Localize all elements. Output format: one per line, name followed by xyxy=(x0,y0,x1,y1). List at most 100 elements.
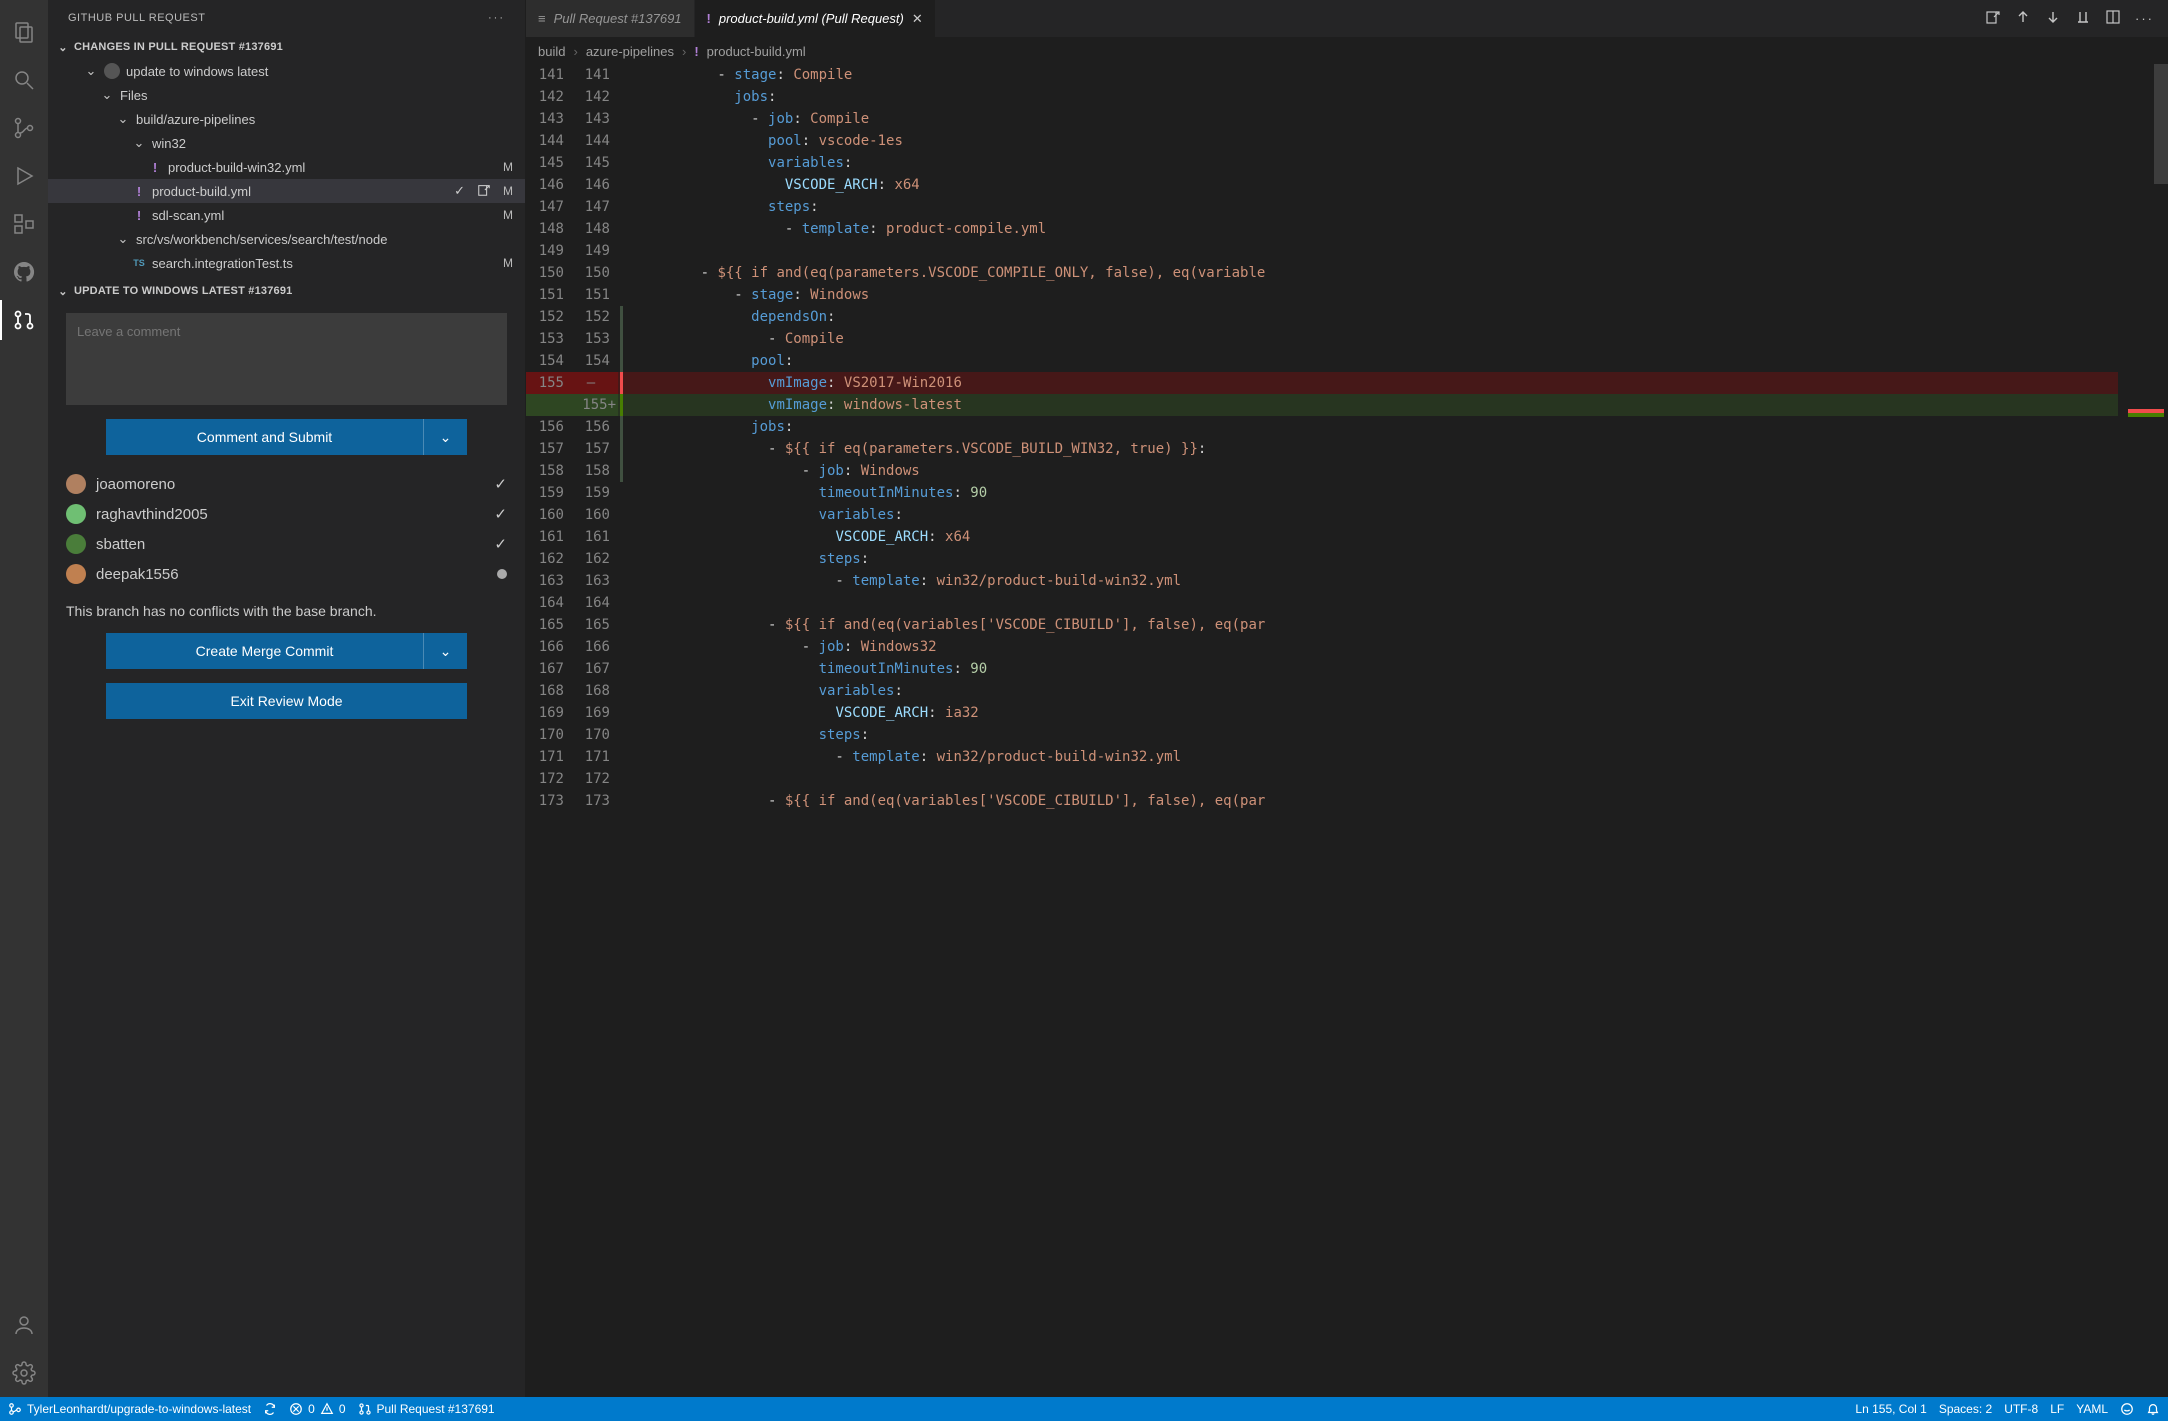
tab-pull-request[interactable]: ≡ Pull Request #137691 xyxy=(526,0,695,37)
create-merge-commit-button[interactable]: Create Merge Commit xyxy=(106,633,423,669)
code-line[interactable]: 146146 VSCODE_ARCH: x64 xyxy=(526,174,2168,196)
code-line[interactable]: 142142 jobs: xyxy=(526,86,2168,108)
code-line[interactable]: 148148 - template: product-compile.yml xyxy=(526,218,2168,240)
code-line[interactable]: 155+ vmImage: windows-latest xyxy=(526,394,2168,416)
pull-request-icon[interactable] xyxy=(0,296,48,344)
code-line[interactable]: 166166 - job: Windows32 xyxy=(526,636,2168,658)
accounts-icon[interactable] xyxy=(0,1301,48,1349)
code-line[interactable]: 141141 - stage: Compile xyxy=(526,64,2168,86)
chevron-down-icon: ⌄ xyxy=(100,87,114,103)
github-icon[interactable] xyxy=(0,248,48,296)
status-spaces[interactable]: Spaces: 2 xyxy=(1939,1402,1992,1416)
code-line[interactable]: 165165 - ${{ if and(eq(variables['VSCODE… xyxy=(526,614,2168,636)
arrow-down-icon[interactable] xyxy=(2045,9,2061,28)
settings-gear-icon[interactable] xyxy=(0,1349,48,1397)
scroll-slider[interactable] xyxy=(2154,64,2168,184)
code-line[interactable]: 151151 - stage: Windows xyxy=(526,284,2168,306)
reviewer-name: raghavthind2005 xyxy=(96,506,208,523)
status-pr[interactable]: Pull Request #137691 xyxy=(358,1402,495,1416)
code-line[interactable]: 170170 steps: xyxy=(526,724,2168,746)
code-line[interactable]: 169169 VSCODE_ARCH: ia32 xyxy=(526,702,2168,724)
whitespace-icon[interactable] xyxy=(2075,9,2091,28)
comment-input[interactable] xyxy=(66,313,507,405)
status-problems[interactable]: 0 0 xyxy=(289,1402,345,1416)
file-row[interactable]: !product-build-win32.ymlM xyxy=(48,155,525,179)
status-ln-col[interactable]: Ln 155, Col 1 xyxy=(1855,1402,1926,1416)
more-icon[interactable]: ··· xyxy=(488,12,505,24)
file-name: sdl-scan.yml xyxy=(152,208,224,223)
code-line[interactable]: 161161 VSCODE_ARCH: x64 xyxy=(526,526,2168,548)
branch-name: TylerLeonhardt/upgrade-to-windows-latest xyxy=(27,1402,251,1416)
status-language[interactable]: YAML xyxy=(2076,1402,2108,1416)
reviewer-name: sbatten xyxy=(96,536,145,553)
code-line[interactable]: 152152 dependsOn: xyxy=(526,306,2168,328)
status-eol[interactable]: LF xyxy=(2050,1402,2064,1416)
changes-section-header[interactable]: ⌄ CHANGES IN PULL REQUEST #137691 xyxy=(48,35,525,59)
mark-viewed-icon[interactable]: ✓ xyxy=(454,183,465,199)
tab-product-build-yml[interactable]: ! product-build.yml (Pull Request) ✕ xyxy=(695,0,936,37)
code-line[interactable]: 155— vmImage: VS2017-Win2016 xyxy=(526,372,2168,394)
folder-win32[interactable]: ⌄ win32 xyxy=(48,131,525,155)
code-line[interactable]: 160160 variables: xyxy=(526,504,2168,526)
extensions-icon[interactable] xyxy=(0,200,48,248)
breadcrumb-item[interactable]: azure-pipelines xyxy=(586,44,674,59)
code-line[interactable]: 173173 - ${{ if and(eq(variables['VSCODE… xyxy=(526,790,2168,812)
merge-caret[interactable]: ⌄ xyxy=(423,633,467,669)
code-line[interactable]: 168168 variables: xyxy=(526,680,2168,702)
comment-submit-caret[interactable]: ⌄ xyxy=(423,419,467,455)
status-bell-icon[interactable] xyxy=(2146,1402,2160,1416)
code-line[interactable]: 147147 steps: xyxy=(526,196,2168,218)
source-control-icon[interactable] xyxy=(0,104,48,152)
file-row[interactable]: TSsearch.integrationTest.tsM xyxy=(48,251,525,275)
diff-editor[interactable]: 141141 - stage: Compile142142 jobs:14314… xyxy=(526,64,2168,1397)
arrow-up-icon[interactable] xyxy=(2015,9,2031,28)
breadcrumb-item[interactable]: build xyxy=(538,44,565,59)
code-line[interactable]: 171171 - template: win32/product-build-w… xyxy=(526,746,2168,768)
code-line[interactable]: 158158 - job: Windows xyxy=(526,460,2168,482)
code-line[interactable]: 172172 xyxy=(526,768,2168,790)
more-icon[interactable]: ··· xyxy=(2135,11,2154,26)
code-line[interactable]: 154154 pool: xyxy=(526,350,2168,372)
file-row[interactable]: !sdl-scan.ymlM xyxy=(48,203,525,227)
chevron-down-icon: ⌄ xyxy=(116,231,130,247)
yaml-file-icon: ! xyxy=(694,44,698,59)
code-line[interactable]: 156156 jobs: xyxy=(526,416,2168,438)
minimap[interactable] xyxy=(2118,64,2168,1397)
search-icon[interactable] xyxy=(0,56,48,104)
code-line[interactable]: 162162 steps: xyxy=(526,548,2168,570)
pr-title-row[interactable]: ⌄ update to windows latest xyxy=(48,59,525,83)
exit-review-mode-button[interactable]: Exit Review Mode xyxy=(106,683,467,719)
comment-submit-button[interactable]: Comment and Submit xyxy=(106,419,423,455)
breadcrumb[interactable]: build › azure-pipelines › ! product-buil… xyxy=(526,38,2168,64)
code-line[interactable]: 167167 timeoutInMinutes: 90 xyxy=(526,658,2168,680)
run-debug-icon[interactable] xyxy=(0,152,48,200)
code-line[interactable]: 153153 - Compile xyxy=(526,328,2168,350)
code-line[interactable]: 164164 xyxy=(526,592,2168,614)
code-line[interactable]: 149149 xyxy=(526,240,2168,262)
code-line[interactable]: 159159 timeoutInMinutes: 90 xyxy=(526,482,2168,504)
reviewer-row: deepak1556 xyxy=(66,559,507,589)
status-sync[interactable] xyxy=(263,1402,277,1416)
status-feedback-icon[interactable] xyxy=(2120,1402,2134,1416)
check-icon: ✓ xyxy=(494,505,507,523)
status-branch[interactable]: TylerLeonhardt/upgrade-to-windows-latest xyxy=(8,1402,251,1416)
files-row[interactable]: ⌄ Files xyxy=(48,83,525,107)
folder-build-pipelines[interactable]: ⌄ build/azure-pipelines xyxy=(48,107,525,131)
code-line[interactable]: 150150 - ${{ if and(eq(parameters.VSCODE… xyxy=(526,262,2168,284)
code-line[interactable]: 163163 - template: win32/product-build-w… xyxy=(526,570,2168,592)
open-file-icon[interactable] xyxy=(1985,9,2001,28)
code-line[interactable]: 143143 - job: Compile xyxy=(526,108,2168,130)
file-row[interactable]: !product-build.yml✓M xyxy=(48,179,525,203)
split-editor-icon[interactable] xyxy=(2105,9,2121,28)
chevron-down-icon: ⌄ xyxy=(84,63,98,79)
code-line[interactable]: 145145 variables: xyxy=(526,152,2168,174)
explorer-icon[interactable] xyxy=(0,8,48,56)
open-file-icon[interactable] xyxy=(477,183,491,200)
folder-src-node[interactable]: ⌄src/vs/workbench/services/search/test/n… xyxy=(48,227,525,251)
breadcrumb-item[interactable]: product-build.yml xyxy=(707,44,806,59)
status-encoding[interactable]: UTF-8 xyxy=(2004,1402,2038,1416)
code-line[interactable]: 157157 - ${{ if eq(parameters.VSCODE_BUI… xyxy=(526,438,2168,460)
close-icon[interactable]: ✕ xyxy=(912,11,923,27)
pr-detail-header[interactable]: ⌄ UPDATE TO WINDOWS LATEST #137691 xyxy=(48,279,525,303)
code-line[interactable]: 144144 pool: vscode-1es xyxy=(526,130,2168,152)
